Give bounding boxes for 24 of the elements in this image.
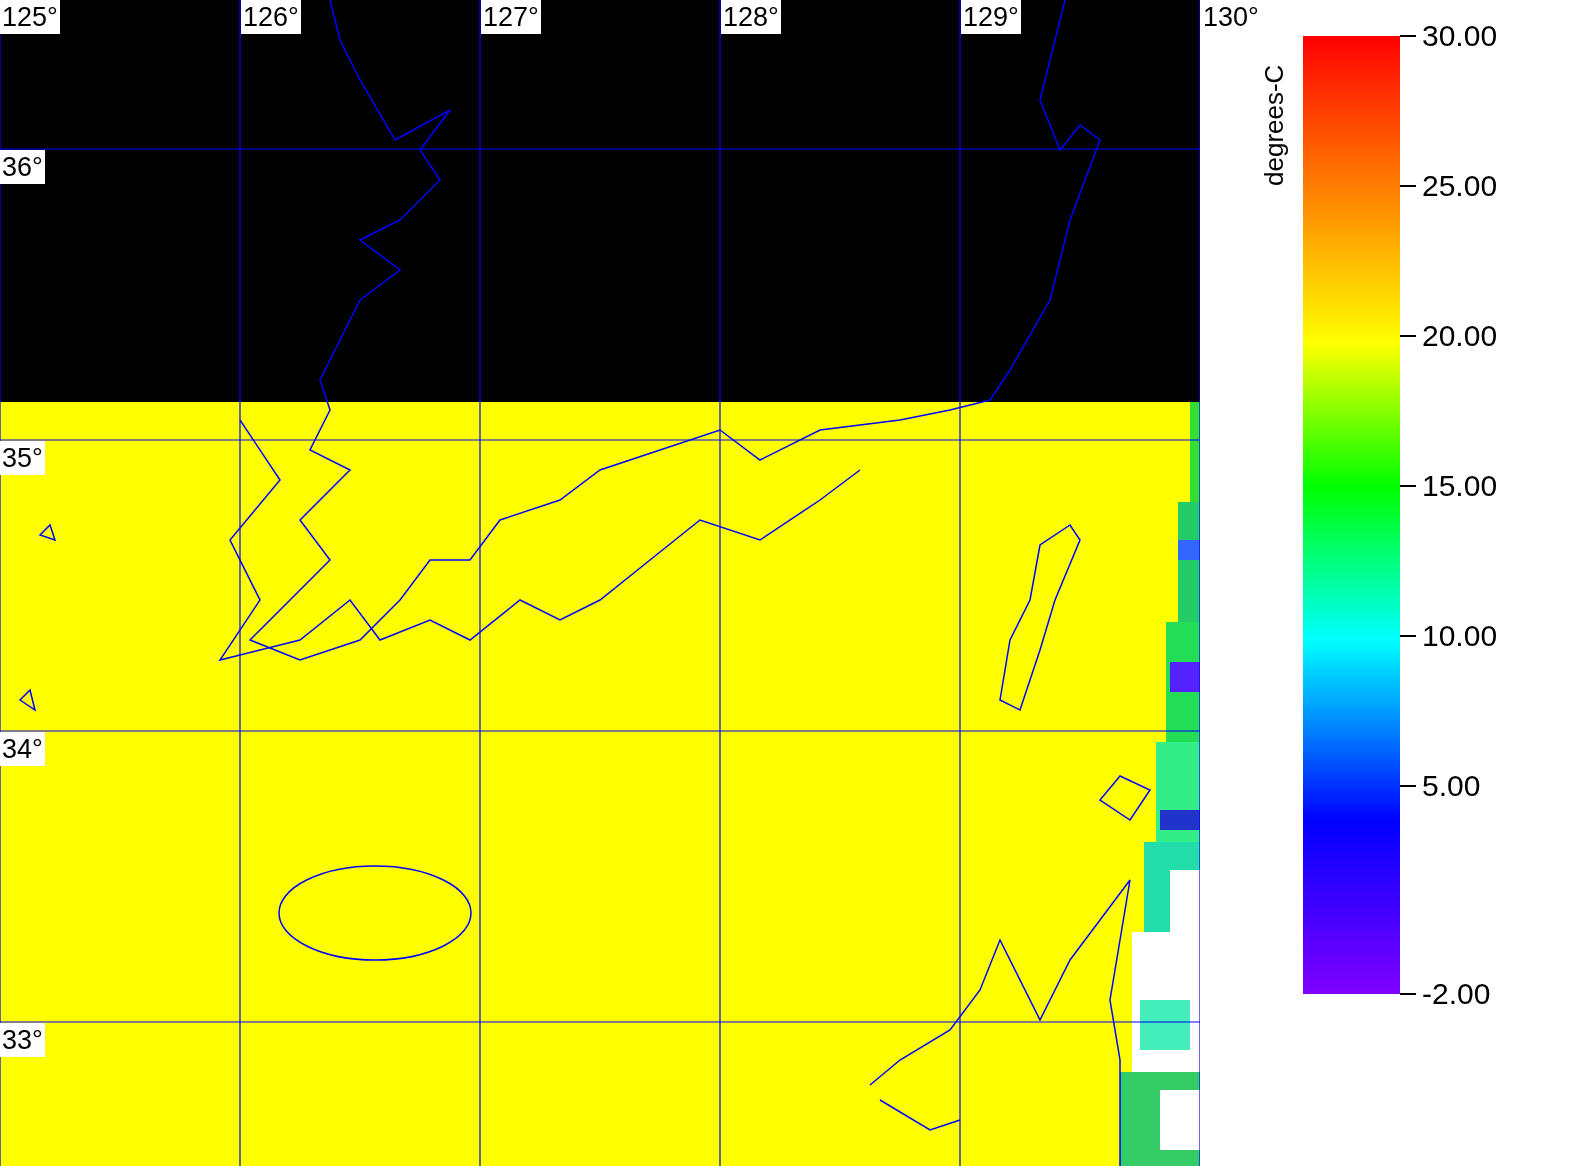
tick-label: -2.00	[1422, 977, 1491, 1011]
tick-label: 15.00	[1422, 469, 1498, 503]
longitude-label: 127°	[481, 0, 541, 34]
tick-mark	[1400, 335, 1416, 337]
tick-mark	[1400, 635, 1416, 637]
tick-label: 25.00	[1422, 169, 1498, 203]
tick-mark	[1400, 35, 1416, 37]
tick-mark	[1400, 185, 1416, 187]
tick-label: 20.00	[1422, 319, 1498, 353]
tick-label: 5.00	[1422, 769, 1481, 803]
longitude-label: 128°	[721, 0, 781, 34]
latitude-label: 35°	[0, 441, 45, 475]
latitude-label: 33°	[0, 1023, 45, 1057]
colorbar-title: degrees-C	[1258, 63, 1290, 186]
latitude-label: 36°	[0, 150, 45, 184]
tick-label: 10.00	[1422, 619, 1498, 653]
latitude-label: 34°	[0, 732, 45, 766]
longitude-label: 126°	[241, 0, 301, 34]
longitude-label: 129°	[961, 0, 1021, 34]
tick-mark	[1400, 485, 1416, 487]
tick-label: 30.00	[1422, 19, 1498, 53]
tick-mark	[1400, 785, 1416, 787]
longitude-label: 125°	[0, 0, 60, 34]
tick-mark	[1400, 993, 1416, 995]
